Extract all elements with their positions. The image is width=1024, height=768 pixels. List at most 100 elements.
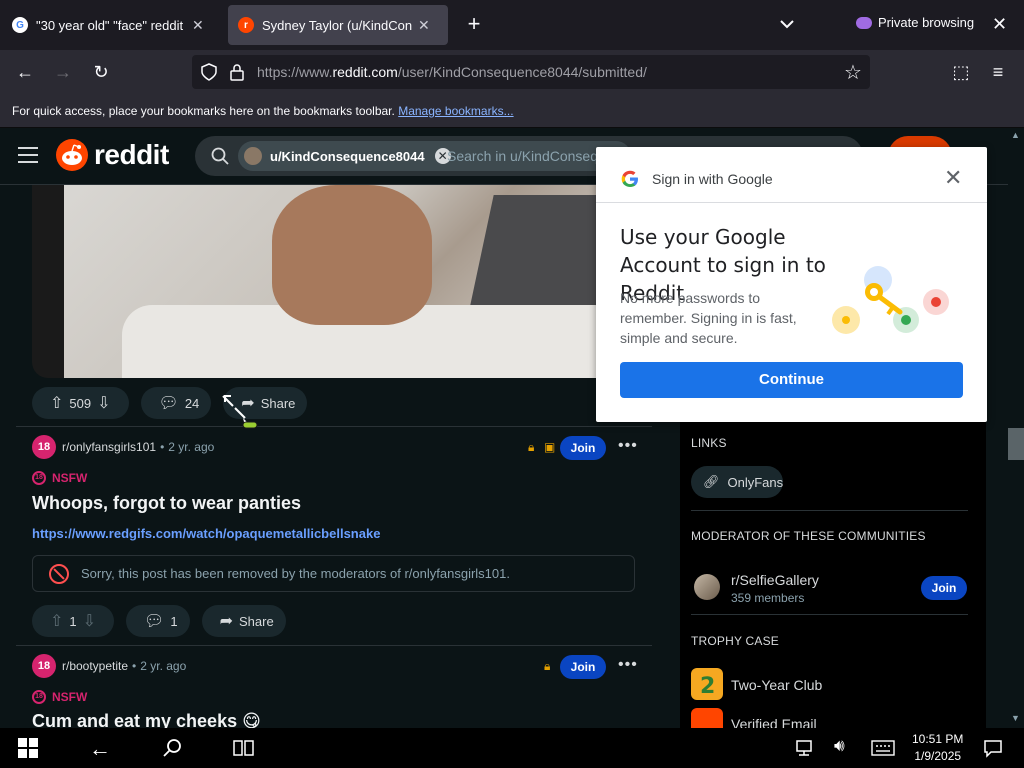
- list-all-tabs-icon[interactable]: [777, 14, 797, 34]
- private-mask-icon: [856, 16, 872, 29]
- post-divider: [16, 426, 652, 427]
- url-bar[interactable]: https://www.reddit.com/user/KindConseque…: [192, 55, 870, 89]
- tab-google-search[interactable]: G "30 year old" "face" reddit - Goo ✕: [2, 5, 222, 45]
- new-tab-button[interactable]: +: [462, 12, 486, 36]
- padlock-icon[interactable]: [230, 63, 244, 81]
- post-title[interactable]: Cum and eat my cheeks 😋: [32, 711, 261, 728]
- share-label: Share: [239, 613, 274, 629]
- tab-title: "30 year old" "face" reddit - Goo: [36, 17, 186, 33]
- meta-separator: •: [132, 659, 137, 673]
- share-button[interactable]: ➦ Share: [201, 605, 286, 637]
- tab-reddit-user[interactable]: r Sydney Taylor (u/KindConsequ ✕: [228, 5, 448, 45]
- comment-count: 24: [184, 395, 200, 411]
- vote-count: 1: [69, 613, 77, 629]
- bookmarks-toolbar: For quick access, place your bookmarks h…: [0, 94, 1024, 128]
- reddit-logo[interactable]: reddit: [56, 139, 169, 171]
- nsfw-icon: 18: [32, 690, 46, 704]
- post-external-link[interactable]: https://www.redgifs.com/watch/opaquemeta…: [32, 526, 380, 541]
- search-scope-label: u/KindConsequence8044: [270, 148, 425, 164]
- post-feed: ⇧ 509 ⇩ 💬︎ 24 ➦ Share 18 r/onlyfansgirls…: [0, 185, 674, 728]
- post-actions: ⇧ 1 ⇩ 💬︎ 1 ➦ Share: [32, 605, 298, 637]
- comments-button[interactable]: 💬︎ 24: [140, 387, 212, 419]
- upvote-icon[interactable]: ⇧: [50, 611, 63, 631]
- social-link[interactable]: 🔗︎ OnlyFans: [691, 466, 783, 498]
- bookmark-star-icon[interactable]: ☆: [844, 60, 862, 85]
- post-meta: 18 r/bootypetite • 2 yr. ago: [32, 654, 186, 678]
- post-divider: [16, 645, 652, 646]
- taskbar-search-icon[interactable]: [162, 738, 182, 758]
- manage-bookmarks-link[interactable]: Manage bookmarks...: [398, 104, 513, 118]
- nsfw-tag: 18 NSFW: [32, 690, 87, 704]
- windows-start-icon[interactable]: [18, 738, 38, 758]
- nsfw-subreddit-icon[interactable]: 18: [32, 654, 56, 678]
- trophy-name: Two-Year Club: [731, 677, 823, 693]
- comments-button[interactable]: 💬︎ 1: [126, 605, 190, 637]
- taskbar-back-arrow-icon[interactable]: ←: [89, 736, 111, 761]
- community-avatar[interactable]: [694, 574, 720, 600]
- removed-text: Sorry, this post has been removed by the…: [81, 566, 510, 581]
- nsfw-icon: 18: [32, 471, 46, 485]
- volume-icon[interactable]: 🔊︎: [834, 736, 845, 760]
- upvote-icon[interactable]: ⇧: [50, 393, 63, 413]
- url-path: /user/KindConsequence8044/submitted/: [397, 64, 647, 80]
- trophy-case-heading: TROPHY CASE: [691, 634, 779, 648]
- nsfw-subreddit-icon[interactable]: 18: [32, 435, 56, 459]
- continue-button[interactable]: Continue: [620, 362, 963, 398]
- image-detail: [272, 185, 432, 325]
- back-arrow-icon[interactable]: ←: [13, 60, 37, 84]
- join-button[interactable]: Join: [560, 655, 606, 679]
- vote-pill: ⇧ 509 ⇩: [32, 387, 129, 419]
- url-domain: reddit.com: [332, 64, 398, 80]
- downvote-icon[interactable]: ⇩: [97, 393, 110, 413]
- more-options-icon[interactable]: •••: [618, 656, 638, 674]
- scroll-up-arrow-icon[interactable]: ▲: [1011, 130, 1020, 140]
- lock-icon: 🔒︎: [544, 659, 551, 673]
- window-close-icon[interactable]: ✕: [992, 14, 1007, 35]
- extensions-icon[interactable]: ⬚: [949, 60, 973, 84]
- subreddit-link[interactable]: r/onlyfansgirls101: [62, 440, 156, 454]
- clock-time: 10:51 PM: [912, 732, 964, 746]
- more-options-icon[interactable]: •••: [618, 437, 638, 455]
- sidebar-divider: [691, 614, 968, 615]
- google-sign-in-popup: Sign in with Google ✕ Use your Google Ac…: [596, 147, 987, 422]
- keyboard-icon[interactable]: [871, 740, 895, 756]
- nsfw-tag: 18 NSFW: [32, 471, 87, 485]
- popup-body: No more passwords to remember. Signing i…: [620, 290, 797, 346]
- vote-pill: ⇧ 1 ⇩: [32, 605, 115, 637]
- join-community-button[interactable]: Join: [921, 576, 967, 600]
- downvote-icon[interactable]: ⇩: [83, 611, 96, 631]
- close-popup-icon[interactable]: ✕: [944, 167, 962, 189]
- scrollbar-thumb[interactable]: [1008, 428, 1024, 460]
- link-icon: 🔗︎: [703, 474, 720, 489]
- post-age: 2 yr. ago: [168, 440, 215, 454]
- post-actions: ⇧ 509 ⇩ 💬︎ 24 ➦ Share: [32, 387, 319, 419]
- subreddit-link[interactable]: r/bootypetite: [62, 659, 128, 673]
- comment-count: 1: [170, 613, 178, 629]
- network-icon[interactable]: [794, 739, 814, 757]
- forward-arrow-icon[interactable]: →: [51, 60, 75, 84]
- two-year-club-trophy-icon: 2: [691, 668, 723, 700]
- clock[interactable]: 10:51 PM 1/9/2025: [912, 731, 963, 765]
- task-view-icon[interactable]: [233, 738, 255, 758]
- action-center-icon[interactable]: [983, 738, 1003, 758]
- post-media[interactable]: [32, 185, 652, 378]
- post-title[interactable]: Whoops, forgot to wear panties: [32, 493, 301, 514]
- hamburger-menu-icon[interactable]: [18, 147, 38, 165]
- bookmarks-hint: For quick access, place your bookmarks h…: [12, 104, 395, 118]
- close-tab-icon[interactable]: ✕: [418, 17, 430, 34]
- url-prefix: https://www.: [257, 64, 333, 80]
- post-meta: 18 r/onlyfansgirls101 • 2 yr. ago: [32, 435, 214, 459]
- app-menu-icon[interactable]: ≡: [986, 60, 1010, 84]
- url-text[interactable]: https://www.reddit.com/user/KindConseque…: [257, 64, 647, 80]
- user-avatar: [244, 147, 262, 165]
- scroll-down-arrow-icon[interactable]: ▼: [1011, 713, 1020, 723]
- moderator-heading: MODERATOR OF THESE COMMUNITIES: [691, 529, 926, 543]
- community-name[interactable]: r/SelfieGallery: [731, 572, 819, 588]
- private-browsing-label: Private browsing: [878, 15, 975, 30]
- tab-title: Sydney Taylor (u/KindConsequ: [262, 17, 412, 33]
- close-tab-icon[interactable]: ✕: [192, 17, 204, 34]
- svg-text:2: 2: [700, 674, 715, 699]
- tracking-protection-shield-icon[interactable]: [201, 63, 217, 81]
- join-button[interactable]: Join: [560, 436, 606, 460]
- reload-icon[interactable]: ↻: [89, 60, 113, 84]
